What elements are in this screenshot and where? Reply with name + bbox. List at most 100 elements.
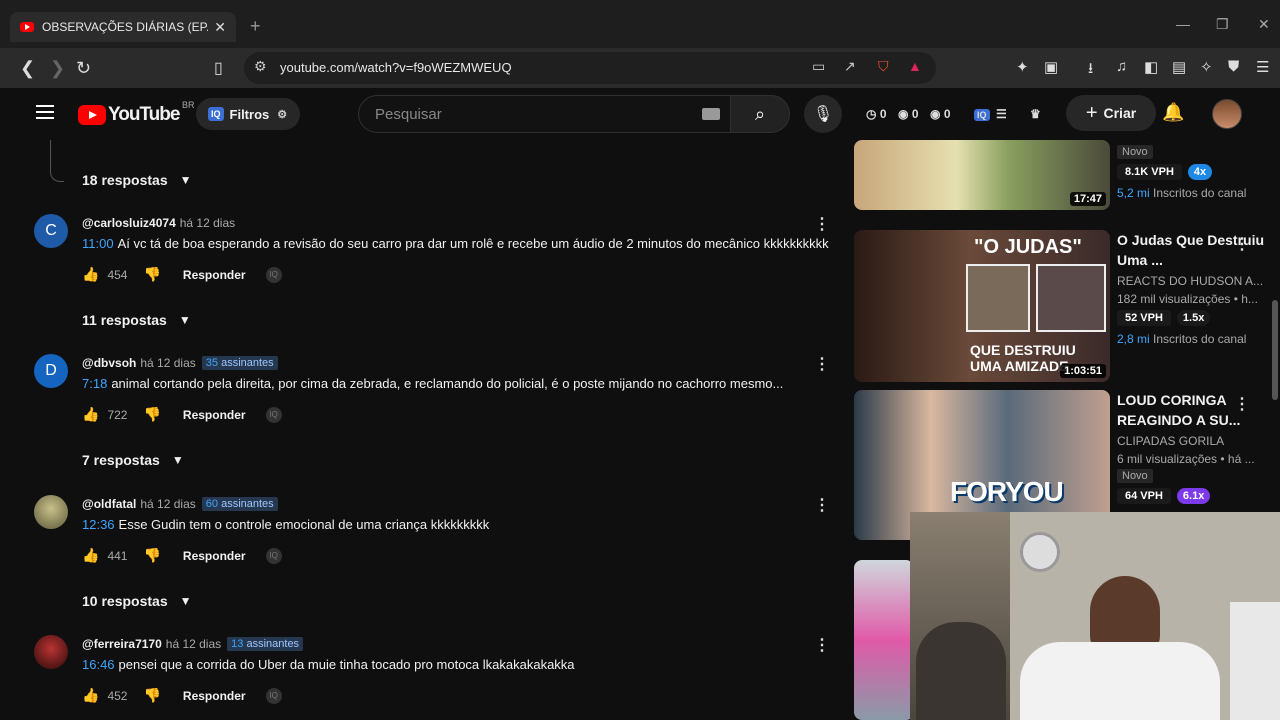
- dislike-icon[interactable]: 👎: [143, 406, 160, 423]
- more-options-icon[interactable]: ⋮: [1234, 234, 1250, 254]
- channel-name[interactable]: CLIPADAS GORILA: [1117, 434, 1267, 448]
- channel-name[interactable]: REACTS DO HUDSON A...: [1117, 274, 1267, 288]
- video-thumbnail[interactable]: 17:47: [854, 140, 1110, 210]
- like-icon[interactable]: 👍: [82, 547, 99, 564]
- rewards-icon[interactable]: ▲: [908, 58, 922, 74]
- ai-reply-icon[interactable]: IQ: [265, 687, 282, 704]
- comment-author[interactable]: @carlosluiz4074: [82, 216, 176, 230]
- timestamp-link[interactable]: 11:00: [82, 236, 114, 251]
- more-options-icon[interactable]: ⋮: [814, 214, 830, 234]
- comment-author[interactable]: @ferreira7170: [82, 637, 162, 651]
- timestamp-link[interactable]: 16:46: [82, 657, 115, 672]
- replies-toggle[interactable]: 7 respostas ▼: [82, 452, 184, 468]
- thumbnail-caption: FORYOU: [950, 476, 1064, 507]
- comment-author[interactable]: @dbvsoh: [82, 356, 136, 370]
- forward-icon[interactable]: ❯: [50, 58, 65, 79]
- region-code: BR: [182, 100, 195, 110]
- replies-toggle[interactable]: 10 respostas ▼: [82, 593, 192, 609]
- new-tab-button[interactable]: +: [250, 16, 261, 37]
- logo-text: YouTube: [108, 104, 180, 125]
- filters-button[interactable]: IQ Filtros ⚙: [196, 98, 300, 130]
- iq-icon[interactable]: IQ: [974, 109, 990, 121]
- brave-shield-icon[interactable]: ⛉: [878, 58, 889, 75]
- avatar[interactable]: [34, 495, 68, 529]
- reply-button[interactable]: Responder: [183, 549, 246, 563]
- hamburger-menu-icon[interactable]: [36, 105, 54, 119]
- subscriber-badge: 35 assinantes: [201, 356, 278, 370]
- sidebar-icon[interactable]: ◧: [1144, 58, 1158, 76]
- browser-tab[interactable]: OBSERVAÇÕES DIÁRIAS (EP. 304 ✕: [10, 12, 236, 42]
- avatar[interactable]: [34, 635, 68, 669]
- more-options-icon[interactable]: ⋮: [814, 354, 830, 374]
- like-icon[interactable]: 👍: [82, 687, 99, 704]
- reply-button[interactable]: Responder: [183, 408, 246, 422]
- extensions-icon[interactable]: ✦: [1016, 58, 1029, 76]
- page-scrollbar[interactable]: [1272, 300, 1278, 400]
- avatar[interactable]: D: [34, 354, 68, 388]
- timestamp-link[interactable]: 7:18: [82, 376, 107, 391]
- menu-icon[interactable]: ☰: [1256, 58, 1269, 76]
- tab-search-icon[interactable]: ▣: [1044, 58, 1058, 76]
- reply-button[interactable]: Responder: [183, 268, 246, 282]
- ai-icon[interactable]: ✧: [1200, 58, 1213, 76]
- subscriber-badge: 13 assinantes: [227, 637, 304, 651]
- url-text[interactable]: youtube.com/watch?v=f9oWEZMWEUQ: [280, 60, 512, 75]
- like-icon[interactable]: 👍: [82, 406, 99, 423]
- vpn-icon[interactable]: ⛊: [1228, 58, 1239, 75]
- search-input[interactable]: Pesquisar: [358, 95, 730, 133]
- omnibox[interactable]: ⚙ youtube.com/watch?v=f9oWEZMWEUQ ▭ ↗ ⛉ …: [244, 52, 936, 84]
- trophy-icon[interactable]: ♛: [1030, 107, 1041, 121]
- cast-icon[interactable]: ▭: [812, 58, 825, 75]
- search-button[interactable]: ⌕: [730, 95, 790, 133]
- ai-reply-icon[interactable]: IQ: [265, 266, 282, 283]
- dislike-icon[interactable]: 👎: [143, 547, 160, 564]
- video-thumbnail[interactable]: "O JUDAS" QUE DESTRUIU UMA AMIZADE 1:03:…: [854, 230, 1110, 382]
- more-options-icon[interactable]: ⋮: [1234, 394, 1250, 414]
- dislike-icon[interactable]: 👎: [143, 266, 160, 283]
- list-icon[interactable]: ☰: [996, 107, 1007, 121]
- reload-icon[interactable]: ↻: [76, 58, 91, 79]
- reply-button[interactable]: Responder: [183, 689, 246, 703]
- comment-time[interactable]: há 12 dias: [166, 637, 221, 651]
- video-info[interactable]: Novo 8.1K VPH 4x 5,2 mi Inscritos do can…: [1117, 142, 1267, 200]
- comment-author[interactable]: @oldfatal: [82, 497, 136, 511]
- video-thumbnail[interactable]: [854, 560, 914, 720]
- voice-search-button[interactable]: 🎙: [804, 95, 842, 133]
- comment-time[interactable]: há 12 dias: [140, 356, 195, 370]
- like-icon[interactable]: 👍: [82, 266, 99, 283]
- video-duration: 1:03:51: [1060, 364, 1106, 378]
- restore-icon[interactable]: ❐: [1216, 16, 1229, 33]
- timestamp-link[interactable]: 12:36: [82, 517, 115, 532]
- comment-actions: 👍 454 👎 Responder IQ: [82, 266, 282, 283]
- back-icon[interactable]: ❮: [20, 58, 35, 79]
- share-icon[interactable]: ↗: [844, 58, 856, 75]
- bookmark-icon[interactable]: ▯: [214, 58, 223, 78]
- wallet-icon[interactable]: ▤: [1172, 58, 1186, 76]
- keyboard-icon[interactable]: [702, 108, 720, 120]
- site-settings-icon[interactable]: ⚙: [254, 58, 267, 75]
- ai-reply-icon[interactable]: IQ: [265, 547, 282, 564]
- ai-reply-icon[interactable]: IQ: [265, 406, 282, 423]
- more-options-icon[interactable]: ⋮: [814, 635, 830, 655]
- music-icon[interactable]: ♫: [1116, 58, 1127, 75]
- more-options-icon[interactable]: ⋮: [814, 495, 830, 515]
- download-icon[interactable]: ⭳: [1088, 58, 1093, 83]
- close-tab-icon[interactable]: ✕: [214, 19, 226, 36]
- webcam-person: [916, 622, 1006, 720]
- comment-time[interactable]: há 12 dias: [180, 216, 235, 230]
- user-avatar[interactable]: [1212, 99, 1242, 129]
- youtube-logo[interactable]: YouTube: [78, 104, 180, 126]
- close-window-icon[interactable]: ✕: [1258, 16, 1270, 33]
- replies-toggle[interactable]: 11 respostas ▼: [82, 312, 191, 328]
- avatar[interactable]: C: [34, 214, 68, 248]
- create-button[interactable]: + Criar: [1066, 95, 1156, 131]
- comment-time[interactable]: há 12 dias: [140, 497, 195, 511]
- minimize-icon[interactable]: —: [1176, 16, 1190, 32]
- comment-actions: 👍 441 👎 Responder IQ: [82, 547, 282, 564]
- comment: D @dbvsoh há 12 dias 35 assinantes 7:18 a…: [30, 354, 840, 444]
- vph-badge: 64 VPH: [1117, 488, 1171, 504]
- replies-toggle[interactable]: 18 respostas ▼: [82, 172, 192, 188]
- comment-header: @ferreira7170 há 12 dias 13 assinantes: [82, 637, 304, 651]
- dislike-icon[interactable]: 👎: [143, 687, 160, 704]
- notifications-bell-icon[interactable]: 🔔: [1162, 102, 1184, 123]
